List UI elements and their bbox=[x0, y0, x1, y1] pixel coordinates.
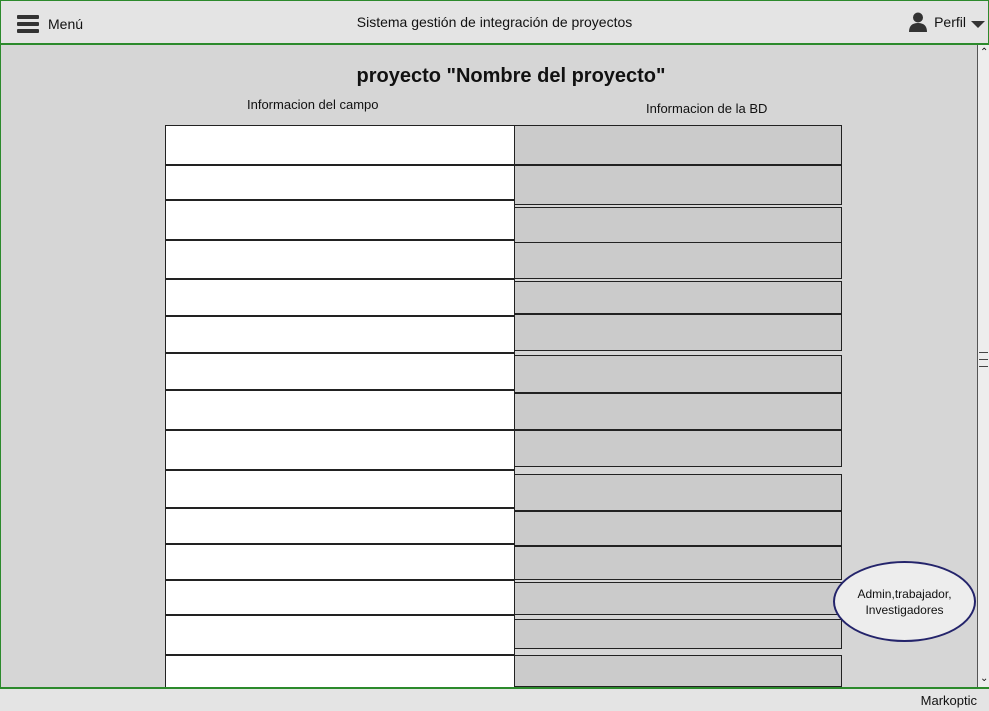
db-info-box bbox=[514, 655, 842, 687]
field-info-box[interactable] bbox=[165, 125, 515, 165]
page-title: proyecto "Nombre del proyecto" bbox=[356, 65, 666, 87]
db-info-box bbox=[514, 430, 842, 467]
db-info-box bbox=[514, 619, 842, 649]
field-info-box[interactable] bbox=[165, 165, 515, 200]
db-info-box bbox=[514, 474, 842, 511]
profile-button[interactable]: Perfil bbox=[908, 12, 985, 32]
field-info-box[interactable] bbox=[165, 544, 515, 580]
db-info-box bbox=[514, 281, 842, 314]
scroll-down-icon[interactable]: ⌄ bbox=[980, 674, 988, 684]
db-info-box bbox=[514, 314, 842, 351]
field-info-box[interactable] bbox=[165, 200, 515, 240]
db-info-box bbox=[514, 546, 842, 580]
field-info-box[interactable] bbox=[165, 240, 515, 279]
roles-badge-line-2: Investigadores bbox=[865, 602, 944, 617]
field-info-box[interactable] bbox=[165, 655, 515, 687]
db-info-box bbox=[514, 511, 842, 546]
db-info-box bbox=[514, 207, 842, 244]
roles-badge-line-1: Admin,trabajador, bbox=[857, 586, 952, 601]
db-info-box bbox=[514, 242, 842, 279]
field-column-header: Informacion del campo bbox=[247, 97, 379, 112]
top-bar: Menú Sistema gestión de integración de p… bbox=[0, 0, 989, 45]
db-info-box bbox=[514, 355, 842, 393]
footer-label: Markoptic bbox=[920, 693, 977, 708]
db-info-box bbox=[514, 165, 842, 205]
field-info-box[interactable] bbox=[165, 580, 515, 615]
vertical-scrollbar[interactable]: ⌃ ⌄ bbox=[977, 45, 989, 687]
db-info-box bbox=[514, 582, 842, 615]
main-content: proyecto "Nombre del proyecto" Informaci… bbox=[0, 45, 978, 687]
db-info-box bbox=[514, 125, 842, 165]
field-info-box[interactable] bbox=[165, 316, 515, 353]
field-info-box[interactable] bbox=[165, 508, 515, 544]
roles-badge: Admin,trabajador, Investigadores bbox=[833, 561, 976, 642]
app-title: Sistema gestión de integración de proyec… bbox=[356, 14, 633, 30]
db-info-box bbox=[514, 393, 842, 430]
scroll-thumb[interactable] bbox=[979, 352, 988, 374]
profile-label: Perfil bbox=[934, 14, 966, 30]
scroll-up-icon[interactable]: ⌃ bbox=[980, 48, 988, 58]
footer-bar: Markoptic bbox=[0, 687, 989, 711]
field-info-box[interactable] bbox=[165, 353, 515, 390]
user-icon bbox=[909, 12, 928, 32]
field-info-box[interactable] bbox=[165, 470, 515, 508]
field-info-box[interactable] bbox=[165, 390, 515, 430]
field-info-box[interactable] bbox=[165, 615, 515, 655]
field-info-box[interactable] bbox=[165, 279, 515, 316]
caret-down-icon bbox=[971, 20, 985, 28]
db-column-header: Informacion de la BD bbox=[646, 101, 768, 116]
field-info-box[interactable] bbox=[165, 430, 515, 470]
